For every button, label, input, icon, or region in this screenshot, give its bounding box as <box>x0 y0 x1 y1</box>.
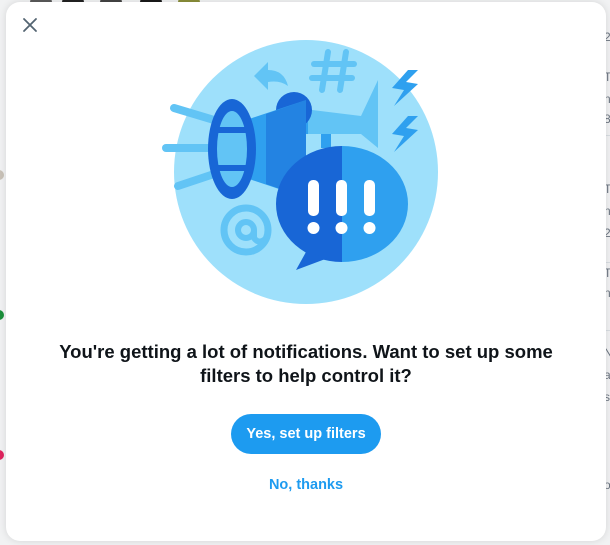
modal-headline: You're getting a lot of notifications. W… <box>59 341 553 386</box>
background-avatar <box>0 170 4 180</box>
close-button[interactable] <box>16 11 44 39</box>
background-avatar <box>0 310 4 320</box>
background-avatar <box>0 450 4 460</box>
notifications-illustration <box>156 30 456 305</box>
no-thanks-button[interactable]: No, thanks <box>231 472 381 496</box>
set-up-filters-button[interactable]: Yes, set up filters <box>231 414 381 454</box>
notification-filters-modal: You're getting a lot of notifications. W… <box>6 2 606 541</box>
close-icon <box>23 18 37 32</box>
